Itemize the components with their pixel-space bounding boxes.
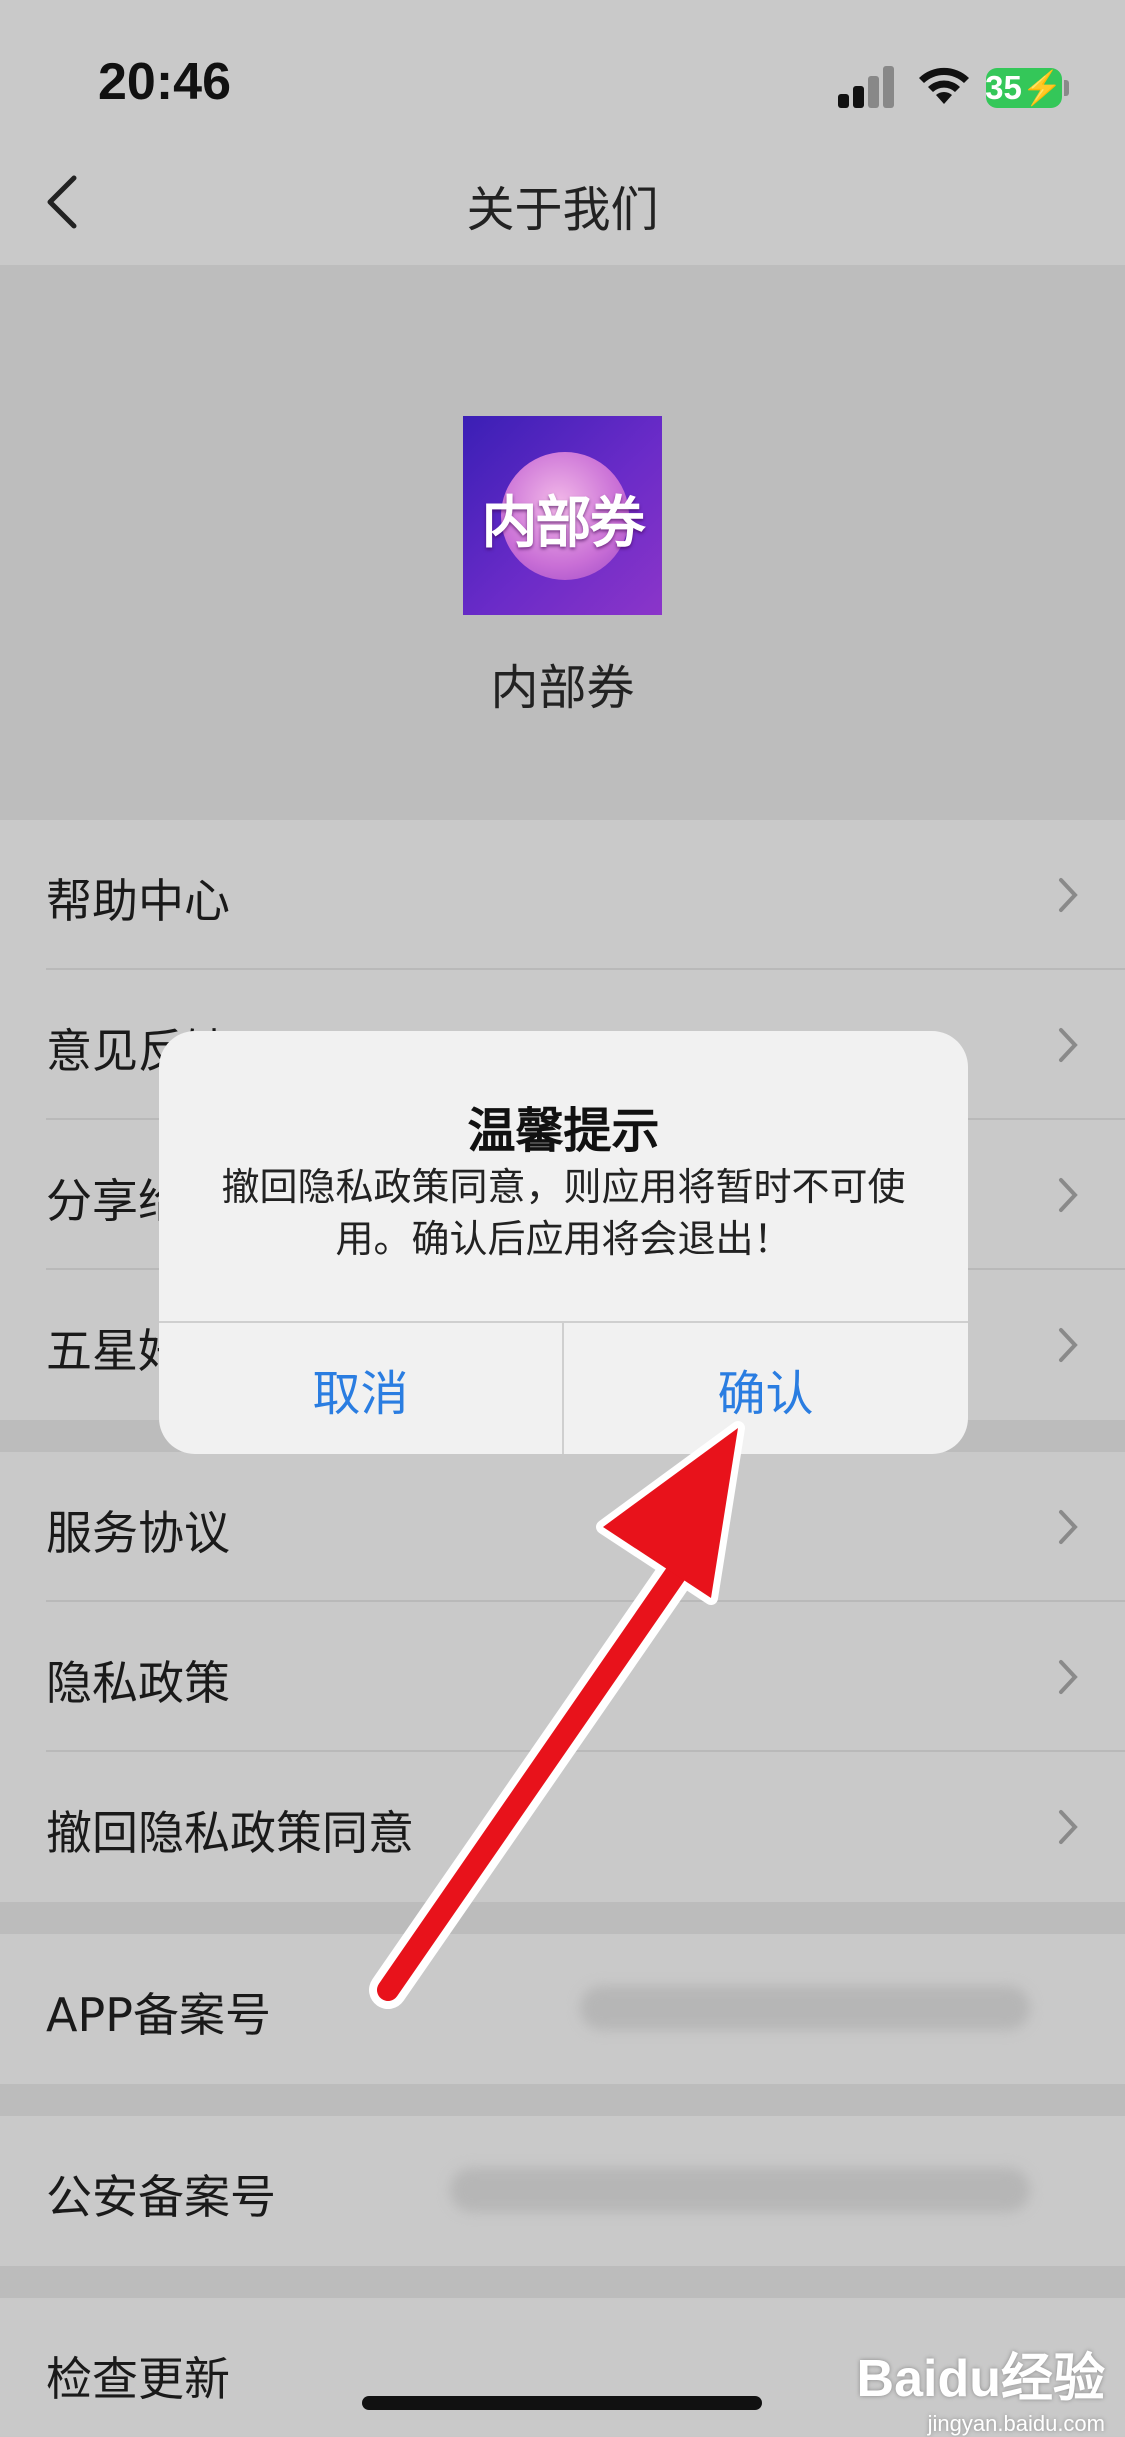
- about-us-screen: 20:46 35 ⚡ 关于我们 内部券 内部券 帮助中心 意见反馈 五星好评 服…: [0, 0, 1125, 2436]
- annotation-arrow-icon: [369, 1421, 745, 2009]
